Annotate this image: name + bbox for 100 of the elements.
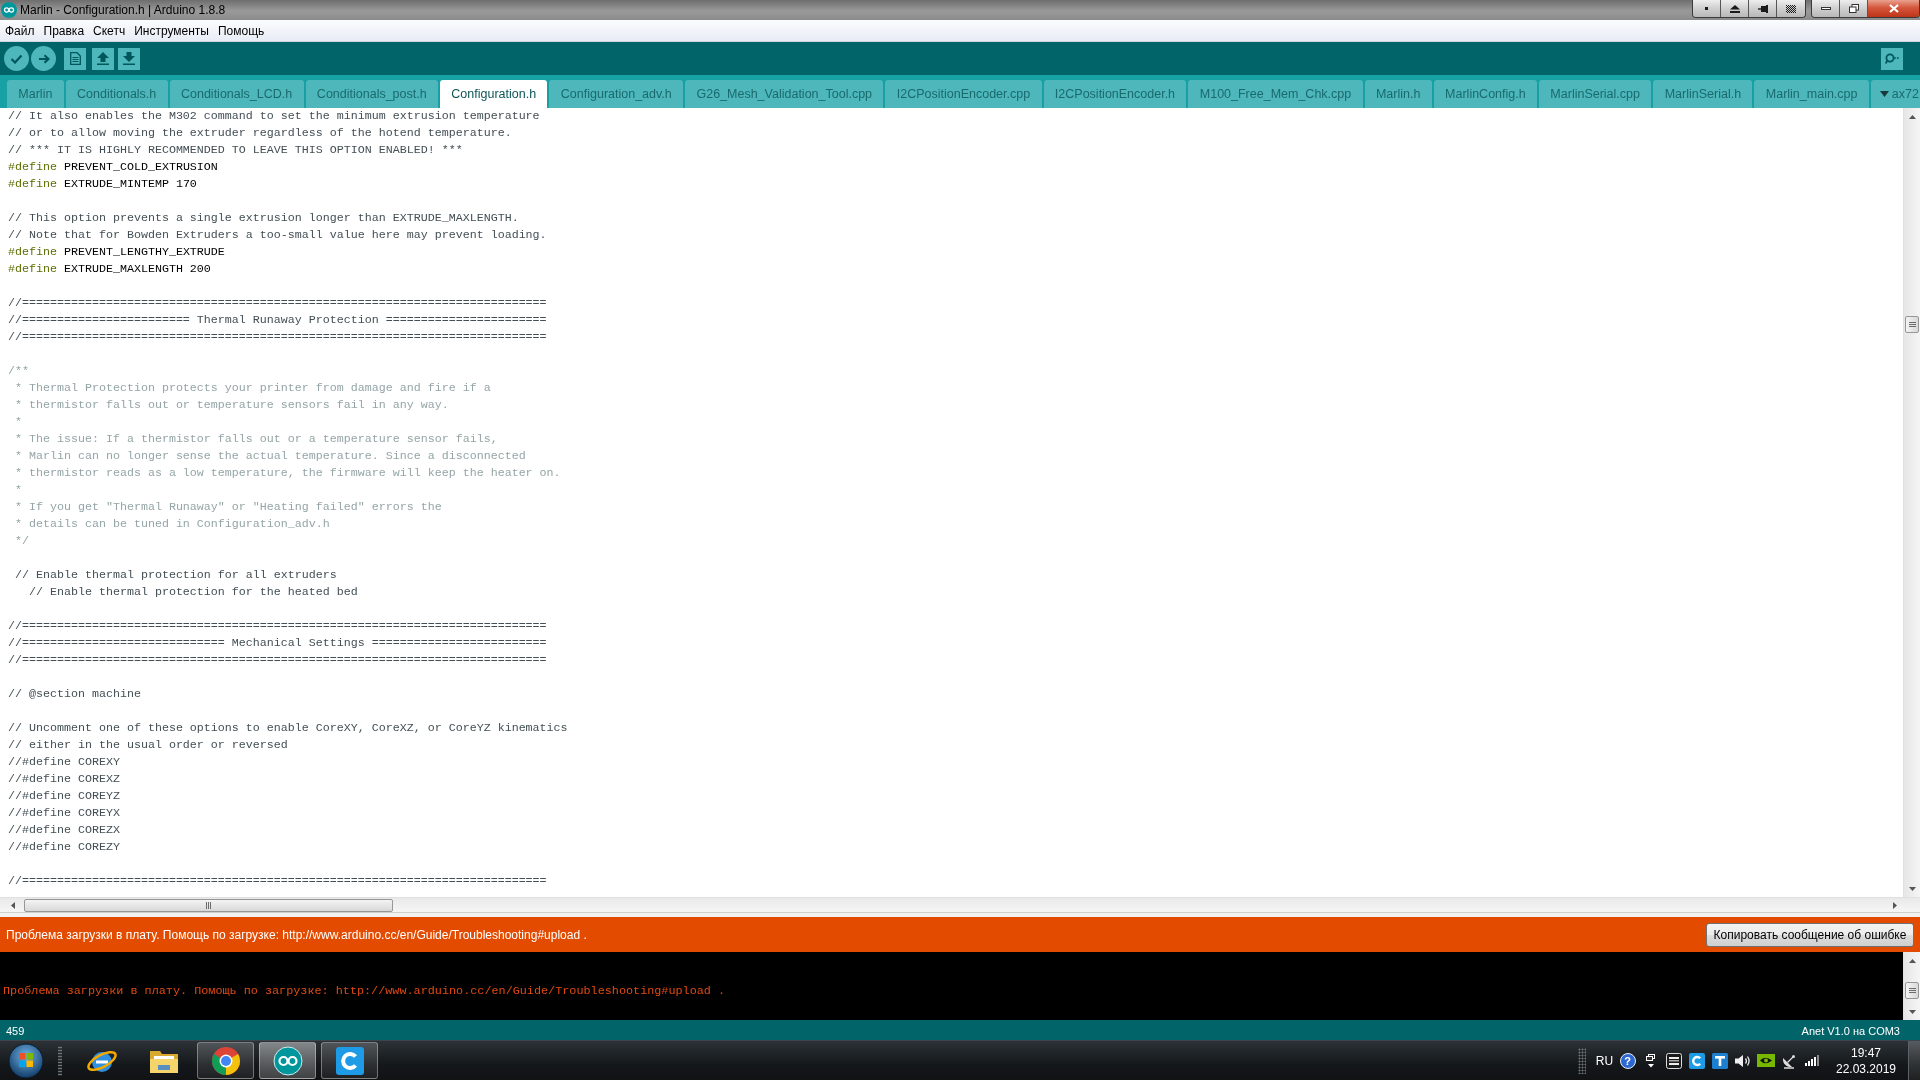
down-arrow-icon[interactable] (1908, 1009, 1916, 1014)
scrollbar-thumb[interactable] (24, 898, 393, 912)
copy-error-button[interactable]: Копировать сообщение об ошибке (1706, 922, 1914, 947)
code-line: //#define COREYX (8, 806, 120, 820)
code-line: // It also enables the M302 command to set the minimum extrusion temperature (8, 109, 540, 123)
help-icon[interactable]: ? (1619, 1052, 1636, 1069)
window-button[interactable] (1777, 0, 1805, 17)
code-line: //=========================================================================== (8, 619, 547, 633)
language-indicator[interactable]: RU (1595, 1053, 1614, 1068)
verify-button[interactable] (4, 46, 29, 71)
code-line: // Uncomment one of these options to enable CoreXY, CoreXZ, or CoreYZ kinematics (8, 721, 568, 735)
tab[interactable]: MarlinConfig.h (1433, 80, 1537, 108)
speaker-icon[interactable] (1734, 1053, 1751, 1068)
error-message: Проблема загрузки в плату. Помощь по загрузке: http://www.arduino.cc/en/Guide/Troubleshooting#upload . (6, 927, 587, 942)
window-button[interactable] (1721, 0, 1749, 17)
eye-logo-icon[interactable] (1756, 1054, 1775, 1067)
tab[interactable]: Marlin_main.cpp (1754, 80, 1869, 108)
dish-icon[interactable] (1780, 1052, 1797, 1069)
scrollbar-thumb[interactable] (1905, 982, 1919, 999)
up-arrow-icon[interactable] (1908, 114, 1916, 119)
code-line: // Enable thermal protection for all extruders (14, 568, 337, 582)
tab[interactable]: Marlin.h (1364, 80, 1432, 108)
board-port: Anet V1.0 на COM3 (1801, 1024, 1900, 1037)
caret-down-icon (1879, 91, 1889, 97)
code-line: // *** IT IS HIGHLY RECOMMENDED TO LEAVE THIS OPTION ENABLED! *** (8, 143, 463, 157)
code-line: //#define COREZX (8, 823, 120, 837)
code-line: * Thermal Protection protects your printer from damage and fire if a (14, 381, 491, 395)
signal-bars-icon[interactable] (1804, 1055, 1819, 1066)
tab[interactable]: G26_Mesh_Validation_Tool.cpp (685, 80, 884, 108)
start-button[interactable] (6, 1041, 46, 1080)
taskbar-grip[interactable] (58, 1045, 62, 1076)
upload-button[interactable] (31, 46, 56, 71)
open-button[interactable] (92, 47, 114, 70)
pin-icon (1757, 4, 1768, 13)
tab[interactable]: Conditionals_LCD.h (169, 80, 304, 108)
tab[interactable]: Conditionals_post.h (305, 80, 438, 108)
window-button[interactable] (1693, 0, 1721, 17)
restore-button[interactable] (1840, 0, 1868, 17)
tab[interactable]: Configuration.h (440, 80, 548, 108)
vertical-scrollbar[interactable] (1903, 108, 1920, 897)
taskbar-button[interactable] (259, 1042, 316, 1079)
up-arrow-icon[interactable] (1908, 958, 1916, 963)
taskbar-button[interactable] (197, 1042, 254, 1079)
menu-item[interactable]: Правка (40, 23, 88, 38)
tab[interactable]: ax72 (1890, 80, 1920, 108)
code-line: * The issue: If a thermistor falls out or a temperature sensor fails, (14, 432, 498, 446)
save-button[interactable] (118, 47, 140, 70)
menu-item[interactable]: Скетч (90, 23, 129, 38)
code-line: //=========================================================================== (8, 296, 547, 310)
restore-icon (1848, 4, 1859, 13)
code-line: //#define COREXZ (8, 772, 120, 786)
tray-grip[interactable] (1577, 1047, 1586, 1074)
code-line: //#define COREZY (8, 840, 120, 854)
vertical-scrollbar[interactable] (1903, 952, 1920, 1020)
code-line: // Note that for Bowden Extruders a too-small value here may prevent loading. (8, 228, 547, 242)
code-line: //=========================================================================== (8, 874, 547, 888)
code-line: */ (14, 534, 29, 548)
code-line: * Marlin can no longer sense the actual temperature. Since a disconnected (14, 449, 526, 463)
square-logo-icon[interactable] (1665, 1052, 1682, 1069)
up-arrow-icon (97, 52, 109, 65)
down-arrow-icon[interactable] (1908, 886, 1916, 891)
square-logo-icon[interactable] (1711, 1052, 1728, 1069)
menu-item[interactable]: Инструменты (131, 23, 212, 38)
right-arrow-icon[interactable] (1892, 901, 1897, 909)
close-button[interactable] (1868, 0, 1919, 17)
tab[interactable]: Marlin (7, 80, 64, 108)
infinity-logo-icon (1, 2, 17, 18)
horizontal-scrollbar[interactable] (0, 897, 1920, 912)
close-icon (1888, 4, 1899, 13)
infinity-logo-icon (272, 1045, 303, 1076)
tab[interactable]: Conditionals.h (65, 80, 168, 108)
code-line: * (14, 415, 22, 429)
window-button[interactable] (1749, 0, 1777, 17)
serial-monitor-button[interactable] (1881, 47, 1903, 70)
window-arrow-icon[interactable] (1645, 1053, 1656, 1068)
tab[interactable]: M100_Free_Mem_Chk.cpp (1188, 80, 1363, 108)
tab[interactable]: Configuration_adv.h (549, 80, 684, 108)
check-icon (10, 53, 23, 64)
show-desktop-button[interactable] (1908, 1041, 1920, 1080)
taskbar-button[interactable] (321, 1042, 378, 1079)
code-line: //=========================================================================== (8, 653, 547, 667)
clock-date[interactable]: 22.03.2019 (1835, 1060, 1897, 1077)
menu-item[interactable]: Помощь (214, 23, 268, 38)
code-line: #define EXTRUDE_MINTEMP 170 (8, 177, 197, 191)
scrollbar-thumb[interactable] (1905, 316, 1919, 333)
tab[interactable]: MarlinSerial.cpp (1539, 80, 1652, 108)
code-line: //#define COREYZ (8, 789, 120, 803)
new-button[interactable] (64, 47, 86, 70)
clock-time[interactable]: 19:47 (1851, 1044, 1881, 1061)
code-line: * (14, 483, 22, 497)
checkerboard-icon (1786, 4, 1796, 13)
tab[interactable]: I2CPositionEncoder.cpp (885, 80, 1042, 108)
tab[interactable]: MarlinSerial.h (1653, 80, 1753, 108)
tab-menu-button[interactable] (1870, 80, 1891, 108)
tab[interactable]: I2CPositionEncoder.h (1043, 80, 1187, 108)
left-arrow-icon[interactable] (10, 901, 15, 909)
minimize-button[interactable] (1812, 0, 1840, 17)
arc-logo-icon[interactable] (1688, 1052, 1705, 1069)
menu-item[interactable]: Файл (2, 23, 38, 38)
code-line: // This option prevents a single extrusion longer than EXTRUDE_MAXLENGTH. (8, 211, 519, 225)
